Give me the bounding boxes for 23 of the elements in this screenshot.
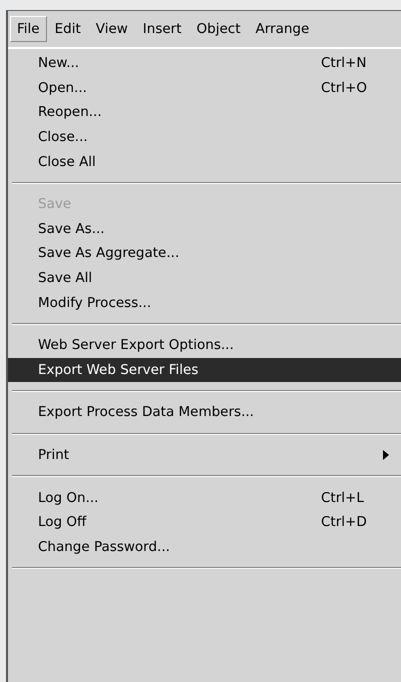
menu-item[interactable]: Open... Ctrl+O	[8, 76, 401, 100]
submenu-arrow-icon	[383, 450, 389, 460]
menu-item[interactable]: Save As...	[8, 216, 401, 242]
menu-item[interactable]: Export Web Server Files	[8, 358, 401, 382]
menu-item[interactable]: Modify Process...	[8, 290, 401, 315]
menu-item[interactable]: Reopen...	[8, 100, 401, 125]
menu-item[interactable]: Log On... Ctrl+L	[8, 485, 401, 510]
menu-title[interactable]: Object	[190, 16, 248, 42]
menu-item[interactable]: Change Password...	[8, 534, 401, 560]
menu-item[interactable]: Close All	[8, 149, 401, 174]
menu-title[interactable]: Edit	[48, 16, 88, 42]
menu-item[interactable]: Save All	[8, 266, 401, 290]
menu-title[interactable]: View	[88, 16, 135, 42]
menu-title[interactable]: File	[10, 16, 47, 42]
menu-item[interactable]: New... Ctrl+N	[8, 51, 401, 76]
menu-item[interactable]: Close...	[8, 124, 401, 150]
menu-title[interactable]: Arrange	[248, 16, 316, 42]
menu-title[interactable]: Insert	[136, 16, 189, 42]
menu-item[interactable]: Web Server Export Options...	[8, 332, 401, 358]
menu-item[interactable]: Export Process Data Members...	[8, 400, 401, 425]
menu-item[interactable]: Print	[8, 442, 401, 468]
menu-item[interactable]: Save As Aggregate...	[8, 241, 401, 266]
menu-item[interactable]: Log Off Ctrl+D	[8, 510, 401, 534]
